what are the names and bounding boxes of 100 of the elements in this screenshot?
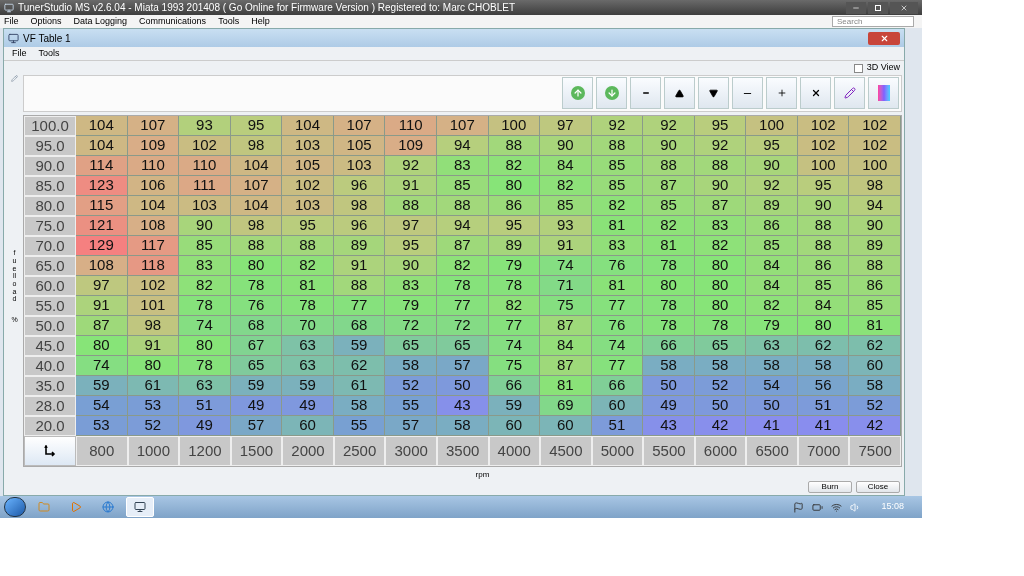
table-cell[interactable]: 104 [230, 156, 283, 176]
table-cell[interactable]: 49 [179, 416, 231, 436]
table-cell[interactable]: 102 [179, 136, 231, 156]
table-cell[interactable]: 88 [849, 256, 901, 276]
maximize-button[interactable] [868, 1, 888, 14]
table-cell[interactable]: 69 [540, 396, 592, 416]
table-cell[interactable]: 52 [849, 396, 901, 416]
table-cell[interactable]: 62 [333, 356, 386, 376]
table-cell[interactable]: 75 [540, 296, 592, 316]
table-cell[interactable]: 89 [488, 236, 541, 256]
table-cell[interactable]: 96 [333, 216, 386, 236]
table-cell[interactable]: 78 [643, 296, 695, 316]
table-cell[interactable]: 88 [436, 196, 489, 216]
swap-axes-button[interactable] [24, 436, 76, 466]
table-cell[interactable]: 102 [849, 116, 901, 136]
table-cell[interactable]: 41 [746, 416, 798, 436]
table-cell[interactable]: 92 [591, 116, 644, 136]
table-cell[interactable]: 41 [797, 416, 850, 436]
table-cell[interactable]: 110 [127, 156, 180, 176]
table-cell[interactable]: 88 [797, 236, 850, 256]
table-cell[interactable]: 58 [746, 356, 798, 376]
table-cell[interactable]: 82 [488, 296, 541, 316]
table-cell[interactable]: 104 [282, 116, 334, 136]
table-cell[interactable]: 66 [488, 376, 541, 396]
table-cell[interactable]: 107 [333, 116, 386, 136]
start-button[interactable] [4, 497, 26, 517]
table-cell[interactable]: 95 [385, 236, 437, 256]
table-cell[interactable]: 78 [436, 276, 489, 296]
table-cell[interactable]: 77 [488, 316, 541, 336]
table-cell[interactable]: 105 [333, 136, 386, 156]
table-cell[interactable]: 50 [694, 396, 747, 416]
table-cell[interactable]: 104 [127, 196, 180, 216]
table-cell[interactable]: 80 [694, 276, 747, 296]
table-cell[interactable]: 111 [179, 176, 231, 196]
table-cell[interactable]: 77 [591, 356, 644, 376]
table-cell[interactable]: 104 [230, 196, 283, 216]
table-cell[interactable]: 100 [849, 156, 901, 176]
table-cell[interactable]: 79 [385, 296, 437, 316]
table-cell[interactable]: 78 [282, 296, 334, 316]
table-cell[interactable]: 61 [127, 376, 180, 396]
table-cell[interactable]: 129 [76, 236, 128, 256]
table-cell[interactable]: 107 [127, 116, 180, 136]
table-cell[interactable]: 79 [488, 256, 541, 276]
table-cell[interactable]: 66 [643, 336, 695, 356]
table-cell[interactable]: 74 [179, 316, 231, 336]
table-cell[interactable]: 123 [76, 176, 128, 196]
table-cell[interactable]: 88 [282, 236, 334, 256]
table-cell[interactable]: 58 [797, 356, 850, 376]
table-cell[interactable]: 86 [849, 276, 901, 296]
table-cell[interactable]: 102 [797, 136, 850, 156]
table-cell[interactable]: 51 [797, 396, 850, 416]
table-cell[interactable]: 49 [282, 396, 334, 416]
table-cell[interactable]: 71 [540, 276, 592, 296]
table-cell[interactable]: 89 [849, 236, 901, 256]
table-cell[interactable]: 50 [436, 376, 489, 396]
table-cell[interactable]: 105 [282, 156, 334, 176]
table-cell[interactable]: 85 [540, 196, 592, 216]
table-cell[interactable]: 59 [333, 336, 386, 356]
table-cell[interactable]: 98 [333, 196, 386, 216]
table-cell[interactable]: 102 [849, 136, 901, 156]
table-cell[interactable]: 80 [797, 316, 850, 336]
table-cell[interactable]: 70 [282, 316, 334, 336]
table-cell[interactable]: 77 [333, 296, 386, 316]
table-cell[interactable]: 80 [230, 256, 283, 276]
table-cell[interactable]: 91 [76, 296, 128, 316]
close-button[interactable] [890, 1, 918, 14]
table-cell[interactable]: 80 [127, 356, 180, 376]
table-cell[interactable]: 100 [488, 116, 541, 136]
table-cell[interactable]: 59 [76, 376, 128, 396]
table-cell[interactable]: 85 [591, 156, 644, 176]
table-cell[interactable]: 76 [230, 296, 283, 316]
table-cell[interactable]: 101 [127, 296, 180, 316]
table-cell[interactable]: 82 [746, 296, 798, 316]
table-cell[interactable]: 78 [179, 356, 231, 376]
table-cell[interactable]: 107 [436, 116, 489, 136]
table-cell[interactable]: 81 [591, 276, 644, 296]
table-cell[interactable]: 84 [746, 256, 798, 276]
table-cell[interactable]: 50 [746, 396, 798, 416]
menu-item[interactable]: Tools [38, 46, 60, 61]
table-cell[interactable]: 82 [436, 256, 489, 276]
table-cell[interactable]: 103 [179, 196, 231, 216]
table-cell[interactable]: 85 [746, 236, 798, 256]
table-cell[interactable]: 84 [746, 276, 798, 296]
table-cell[interactable]: 87 [540, 356, 592, 376]
table-cell[interactable]: 91 [540, 236, 592, 256]
table-cell[interactable]: 100 [797, 156, 850, 176]
table-cell[interactable]: 85 [849, 296, 901, 316]
table-cell[interactable]: 80 [488, 176, 541, 196]
table-cell[interactable]: 95 [746, 136, 798, 156]
table-cell[interactable]: 86 [797, 256, 850, 276]
table-cell[interactable]: 88 [591, 136, 644, 156]
table-cell[interactable]: 60 [849, 356, 901, 376]
table-cell[interactable]: 87 [643, 176, 695, 196]
table-cell[interactable]: 68 [230, 316, 283, 336]
table-cell[interactable]: 102 [282, 176, 334, 196]
search-field[interactable]: Search [832, 16, 914, 27]
table-cell[interactable]: 98 [849, 176, 901, 196]
table-cell[interactable]: 74 [540, 256, 592, 276]
table-cell[interactable]: 58 [643, 356, 695, 376]
table-cell[interactable]: 85 [436, 176, 489, 196]
